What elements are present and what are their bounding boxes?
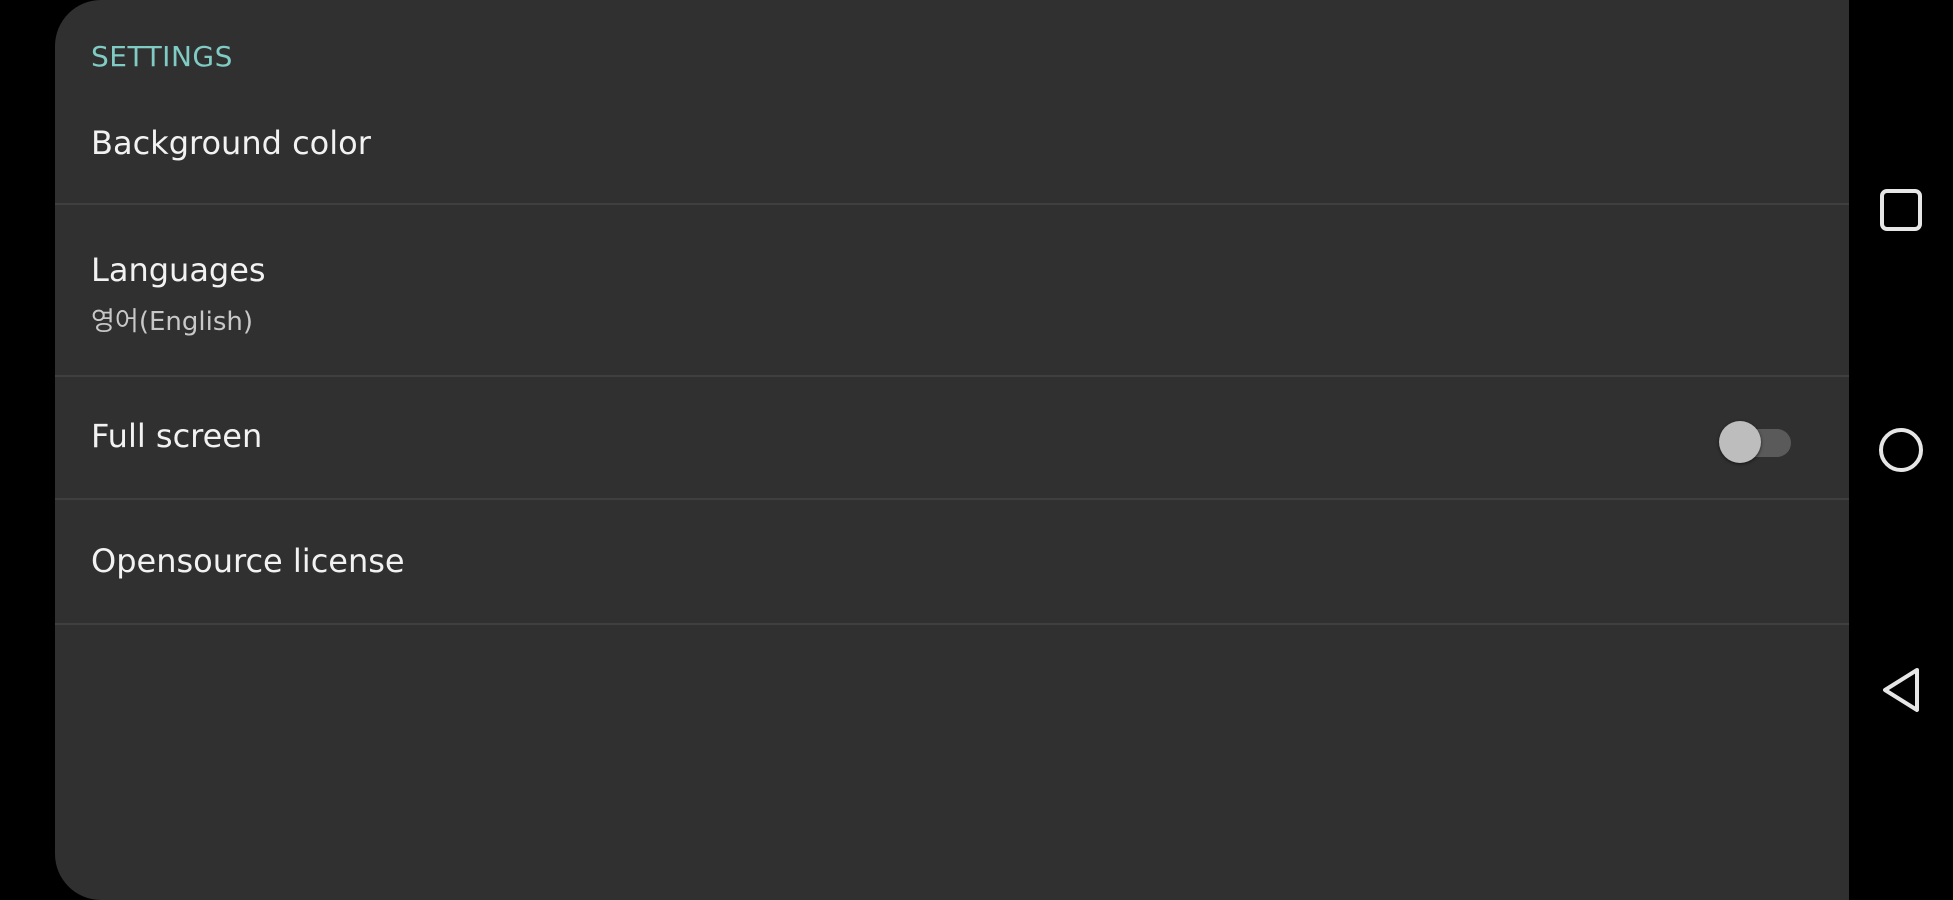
toggle-thumb <box>1719 421 1761 463</box>
back-button[interactable] <box>1871 660 1931 720</box>
languages-label: Languages <box>91 251 266 289</box>
home-icon <box>1879 428 1923 472</box>
screen: SETTINGS Background color Languages 영어(E… <box>0 0 1953 900</box>
settings-item-languages[interactable]: Languages 영어(English) <box>55 205 1849 377</box>
settings-item-opensource-license[interactable]: Opensource license <box>55 500 1849 625</box>
back-icon <box>1883 668 1919 712</box>
settings-panel: SETTINGS Background color Languages 영어(E… <box>55 0 1849 900</box>
full-screen-toggle[interactable] <box>1719 415 1791 463</box>
opensource-license-label: Opensource license <box>91 542 405 580</box>
languages-value: 영어(English) <box>91 307 254 337</box>
settings-item-full-screen[interactable]: Full screen <box>55 377 1849 500</box>
recent-apps-button[interactable] <box>1871 180 1931 240</box>
recent-apps-icon <box>1880 189 1922 231</box>
full-screen-label: Full screen <box>91 417 263 455</box>
home-button[interactable] <box>1871 420 1931 480</box>
system-navigation-bar <box>1849 0 1953 900</box>
background-color-label: Background color <box>91 124 371 162</box>
settings-item-background-color[interactable]: Background color <box>55 0 1849 205</box>
